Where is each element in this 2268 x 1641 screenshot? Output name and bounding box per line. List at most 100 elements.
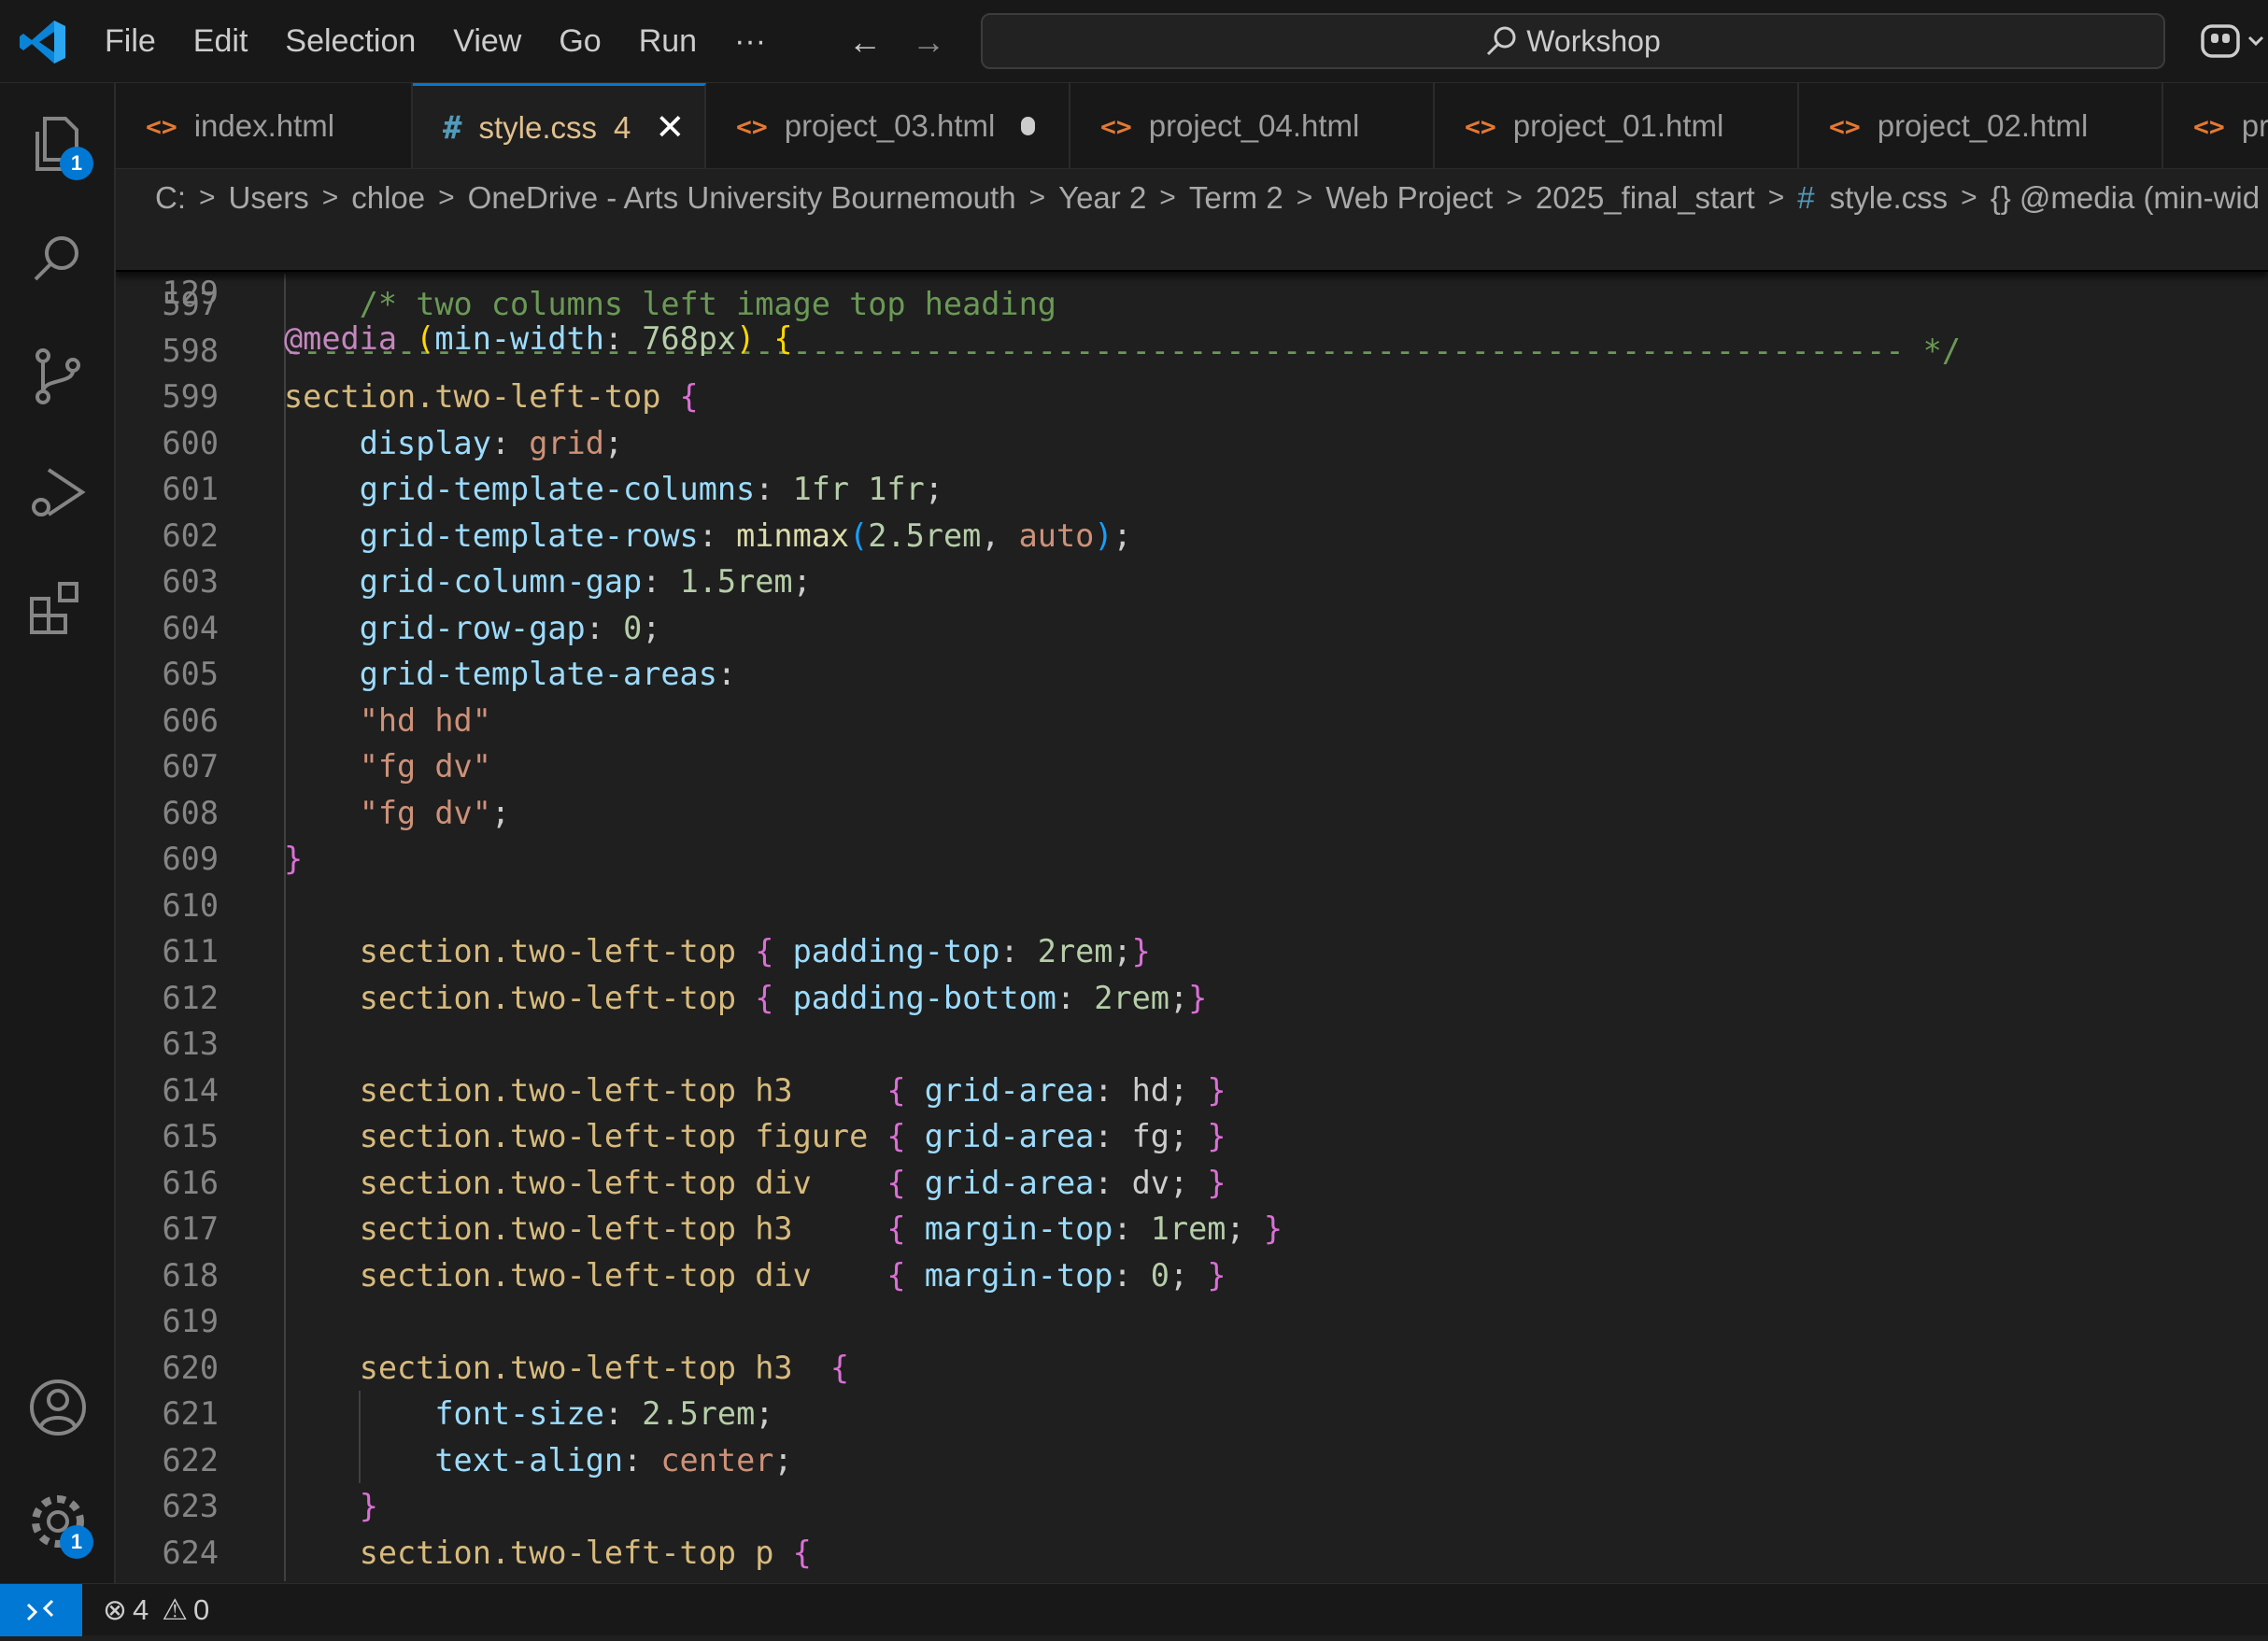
activity-bar: 1 1 [0,83,116,1583]
breadcrumb-item[interactable]: OneDrive - Arts University Bournemouth [468,180,1016,216]
code-line[interactable]: 606 "hd hd" [116,698,2268,743]
code-text: section.two-left-top { [284,378,699,415]
title-bar: File Edit Selection View Go Run ··· ← → … [0,0,2268,83]
account-icon[interactable] [24,1374,92,1441]
code-line[interactable]: 619 [116,1298,2268,1344]
indent-guide [359,1391,361,1483]
menu-run[interactable]: Run [620,23,716,60]
run-debug-icon[interactable] [24,459,92,526]
breadcrumb-item[interactable]: {} @media (min-wid [1991,180,2260,216]
breadcrumb-item[interactable]: C: [155,180,186,216]
code-line[interactable]: 607 "fg dv" [116,743,2268,789]
code-line[interactable]: 605 grid-template-areas: [116,651,2268,697]
code-line[interactable]: 604 grid-row-gap: 0; [116,605,2268,651]
line-number: 601 [162,471,219,507]
line-number: 614 [162,1071,219,1109]
code-line[interactable]: 603 grid-column-gap: 1.5rem; [116,559,2268,604]
code-line[interactable]: 613 [116,1021,2268,1067]
breadcrumb-item[interactable]: chloe [351,180,425,216]
source-control-icon[interactable] [24,343,92,410]
problem-count-badge: 4 [614,109,631,145]
tab-label: index.html [193,108,335,143]
code-editor[interactable]: 129 @media (min-width: 768px) { 597 /* t… [116,227,2268,1583]
code-line[interactable]: 608 "fg dv"; [116,790,2268,836]
code-line[interactable]: 620 section.two-left-top h3 { [116,1345,2268,1391]
code-line[interactable]: 129 @media (min-width: 768px) { [116,227,2268,357]
tab-project-04-html[interactable]: <> project_04.html [1070,83,1435,168]
code-line[interactable]: 617 section.two-left-top h3 { margin-top… [116,1206,2268,1252]
code-line[interactable]: 624 section.two-left-top p { [116,1530,2268,1576]
menu-edit[interactable]: Edit [175,23,267,60]
warning-icon: ⚠ [162,1593,189,1626]
code-text: section.two-left-top div { margin-top: 0… [359,1256,1226,1294]
breadcrumb-item[interactable]: style.css [1830,180,1949,216]
close-icon[interactable]: ✕ [655,106,685,149]
code-text: section.two-left-top { padding-bottom: 2… [359,979,1208,1016]
breadcrumb-item[interactable]: Term 2 [1189,180,1283,216]
code-line[interactable]: 615 section.two-left-top figure { grid-a… [116,1113,2268,1159]
breadcrumb-item[interactable]: 2025_final_start [1536,180,1755,216]
line-number: 620 [162,1349,219,1386]
chevron-right-icon: > [1296,182,1313,213]
remote-indicator[interactable] [0,1584,82,1636]
extensions-icon[interactable] [24,573,92,640]
code-line[interactable]: 600 display: grid; [116,420,2268,466]
line-number: 602 [162,516,219,554]
line-number: 624 [162,1534,219,1571]
breadcrumb-item[interactable]: Web Project [1325,180,1493,216]
code-line[interactable]: 614 section.two-left-top h3 { grid-area:… [116,1068,2268,1113]
breadcrumb-item[interactable]: Users [229,180,309,216]
html-file-icon: <> [146,110,177,142]
tab-overflow[interactable]: <> pr [2163,83,2268,168]
code-line[interactable]: 611 section.two-left-top { padding-top: … [116,928,2268,974]
code-line[interactable]: 623 } [116,1483,2268,1529]
menu-selection[interactable]: Selection [266,23,434,60]
tab-project-01-html[interactable]: <> project_01.html [1435,83,1799,168]
code-line[interactable]: 612 section.two-left-top { padding-botto… [116,975,2268,1021]
indent-guide [284,274,286,1581]
code-text: section.two-left-top h3 { grid-area: hd;… [359,1071,1226,1109]
copilot-icon[interactable] [2197,21,2268,62]
code-line[interactable]: 599 section.two-left-top { [116,374,2268,419]
line-number: 616 [162,1164,219,1201]
code-text: section.two-left-top div { grid-area: dv… [359,1164,1226,1201]
search-icon[interactable] [24,225,92,292]
menu-more[interactable]: ··· [716,23,785,60]
breadcrumb-item[interactable]: Year 2 [1058,180,1146,216]
search-icon [1487,26,1516,56]
problems-indicator[interactable]: ⊗ 4 ⚠ 0 [103,1584,215,1636]
command-center-search[interactable]: Workshop [981,13,2165,69]
code-text: section.two-left-top figure { grid-area:… [359,1118,1226,1154]
tab-project-03-html[interactable]: <> project_03.html [706,83,1070,168]
code-line[interactable]: 610 [116,883,2268,928]
tab-style-css[interactable]: # style.css 4 ✕ [413,83,706,168]
forward-arrow-icon[interactable]: → [910,23,947,61]
chevron-right-icon: > [199,182,216,213]
code-line[interactable]: 601 grid-template-columns: 1fr 1fr; [116,466,2268,512]
chevron-right-icon: > [1506,182,1523,213]
line-number: 129 [162,275,219,311]
code-text: section.two-left-top { padding-top: 2rem… [359,933,1151,969]
chevron-right-icon: > [1159,182,1176,213]
unsaved-dot-icon[interactable] [1021,117,1035,135]
code-text: } [359,1488,378,1524]
editor-tabs: <> index.html # style.css 4 ✕ <> project… [116,83,2268,169]
line-number: 622 [162,1441,219,1478]
code-line[interactable]: 621 font-size: 2.5rem; [116,1391,2268,1436]
code-line[interactable]: 602 grid-template-rows: minmax(2.5rem, a… [116,513,2268,559]
code-text: "fg dv"; [359,794,511,831]
code-line[interactable]: 622 text-align: center; [116,1437,2268,1483]
html-file-icon: <> [1100,110,1132,142]
tab-index-html[interactable]: <> index.html [116,83,413,168]
code-text: } [284,841,304,877]
code-line[interactable]: 616 section.two-left-top div { grid-area… [116,1160,2268,1206]
menu-view[interactable]: View [434,23,540,60]
back-arrow-icon[interactable]: ← [846,23,884,61]
sticky-scroll-header[interactable]: 129 @media (min-width: 768px) { [116,227,2268,357]
code-line[interactable]: 609} [116,836,2268,882]
tab-project-02-html[interactable]: <> project_02.html [1799,83,2163,168]
line-number: 600 [162,424,219,461]
code-line[interactable]: 618 section.two-left-top div { margin-to… [116,1252,2268,1298]
menu-file[interactable]: File [86,23,175,60]
menu-go[interactable]: Go [540,23,619,60]
